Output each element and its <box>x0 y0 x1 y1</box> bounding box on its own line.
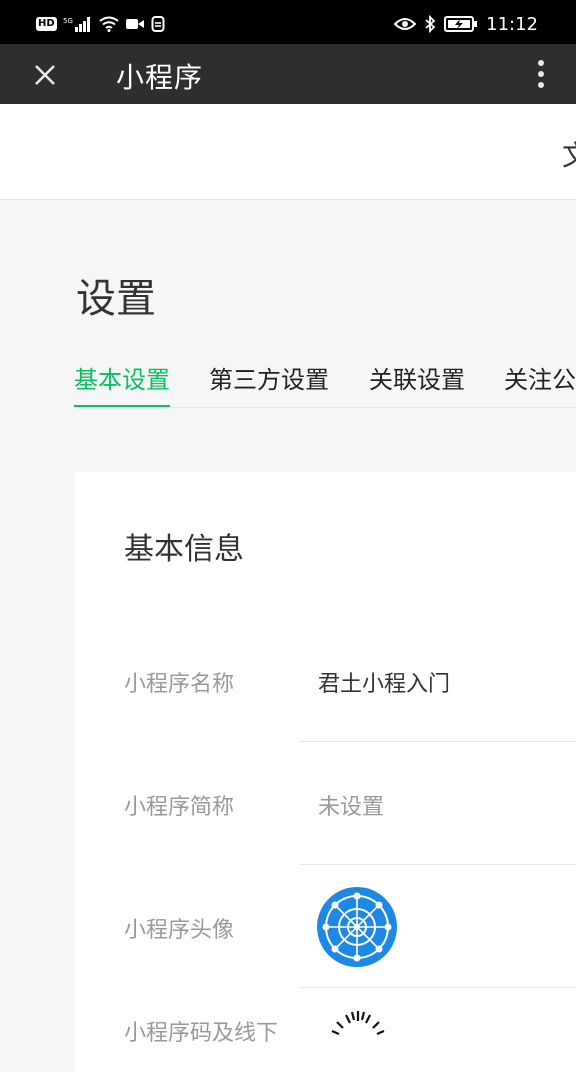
top-header-partial-text[interactable]: 文 <box>562 134 576 174</box>
status-bar-right: 11:12 <box>394 13 538 35</box>
row-divider <box>300 864 576 865</box>
tab-third-party-settings[interactable]: 第三方设置 <box>209 360 329 407</box>
eye-icon <box>394 18 417 30</box>
row-label-avatar: 小程序头像 <box>124 918 235 943</box>
close-button[interactable] <box>30 60 60 90</box>
mini-program-code[interactable] <box>326 1007 390 1037</box>
mini-program-title-bar: 小程序 <box>0 44 576 104</box>
video-camera-icon <box>125 19 144 29</box>
tab-association-settings[interactable]: 关联设置 <box>369 360 465 407</box>
tab-follow-official-account[interactable]: 关注公 <box>504 360 576 407</box>
signal-icon: 5G <box>63 17 90 32</box>
network-label: 5G <box>63 17 73 25</box>
row-value-short-name: 未设置 <box>318 795 385 820</box>
row-label-qrcode: 小程序码及线下 <box>124 1021 279 1046</box>
bluetooth-icon <box>425 15 436 33</box>
title-bar-title: 小程序 <box>116 61 204 94</box>
row-label-short-name: 小程序简称 <box>124 795 235 820</box>
more-menu-button[interactable] <box>532 58 550 90</box>
top-header-box: 文 <box>0 104 576 200</box>
status-bar-left: HD 5G <box>36 14 165 34</box>
more-vertical-icon <box>538 60 544 88</box>
row-value-name: 君土小程入门 <box>318 672 451 697</box>
wifi-icon <box>99 16 119 32</box>
mini-program-avatar[interactable] <box>316 886 398 968</box>
status-time: 11:12 <box>486 13 538 35</box>
status-bar: HD 5G 11:12 <box>0 0 576 44</box>
row-label-name: 小程序名称 <box>124 672 235 697</box>
page-title: 设置 <box>76 276 156 322</box>
row-divider <box>300 741 576 742</box>
avatar-emblem-icon <box>317 887 397 967</box>
battery-charging-icon <box>444 16 478 32</box>
basic-info-card: 基本信息 小程序名称 君土小程入门 小程序简称 未设置 小程序头像 小程序码及线 <box>74 472 576 1072</box>
hd-badge: HD <box>36 17 57 31</box>
tab-basic-settings[interactable]: 基本设置 <box>74 360 170 407</box>
settings-tabs: 基本设置 第三方设置 关联设置 关注公 <box>74 360 576 408</box>
notification-icon <box>151 16 165 32</box>
card-title: 基本信息 <box>124 532 244 567</box>
row-divider <box>300 987 576 988</box>
close-icon <box>35 65 55 85</box>
mini-program-code-icon <box>331 1011 385 1036</box>
